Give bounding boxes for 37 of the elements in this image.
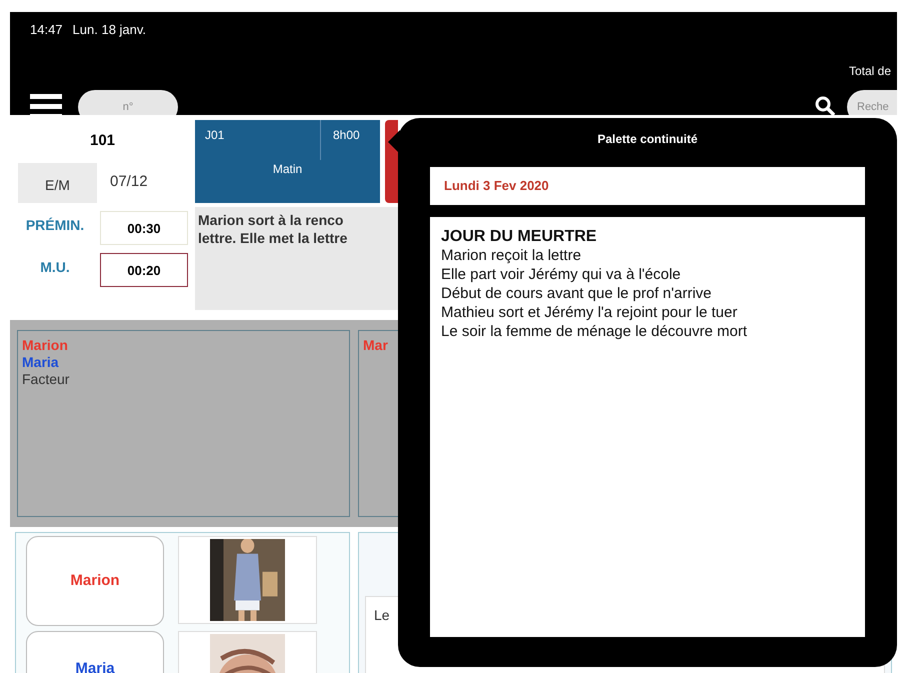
character-label: Maria — [75, 659, 115, 673]
menu-icon[interactable] — [30, 94, 62, 115]
timing-field[interactable]: 00:30 — [100, 210, 188, 244]
notes-line: Elle part voir Jérémy qui va à l'école — [441, 265, 682, 284]
timing-label: M.U. — [39, 258, 71, 276]
character-name: Mar — [363, 337, 389, 354]
notes-line: Le soir la femme de ménage le découvre mort — [441, 322, 748, 341]
status-date: Lun. 18 janv. — [72, 21, 146, 39]
search-icon[interactable] — [815, 96, 835, 115]
scene-date: 07/12 — [110, 172, 148, 192]
total-label: Total de — [849, 62, 892, 80]
notes-heading: JOUR DU MEURTRE — [441, 227, 598, 246]
notes-line: Mathieu sort et Jérémy l'a rejoint pour le tuer — [441, 303, 738, 322]
palette-title: Palette continuité — [597, 131, 698, 148]
summary-text: Marion sort à la renco — [198, 211, 344, 229]
character-label: Marion — [70, 570, 120, 591]
timing-label: PRÉMIN. — [24, 216, 86, 234]
number-field[interactable]: n° — [78, 90, 178, 115]
search-field[interactable]: Reche — [847, 90, 897, 115]
notes-line: Marion reçoit la lettre — [441, 246, 582, 265]
type-button[interactable]: E/M — [18, 162, 97, 202]
card-period: Matin — [272, 161, 304, 178]
card-day: J01 — [195, 120, 320, 160]
scene-card[interactable]: J01 8h00 Matin — [195, 120, 380, 203]
palette-date: Lundi 3 Fev 2020 — [430, 167, 865, 205]
scene-number: 101 — [88, 131, 116, 151]
summary-text: lettre. Elle met la lettre — [198, 229, 348, 247]
character-name: Facteur — [22, 371, 70, 388]
scene-card[interactable] — [385, 120, 398, 203]
status-time: 14:47 — [30, 21, 63, 39]
character-button[interactable]: Marion — [26, 536, 164, 626]
character-name: Marion — [22, 337, 69, 354]
notes-line: Début de cours avant que le prof n'arrive — [441, 284, 713, 303]
timing-field[interactable]: 00:20 — [100, 252, 188, 286]
character-name: Maria — [22, 354, 60, 371]
card-time: 8h00 — [320, 120, 380, 160]
character-button[interactable]: Maria — [26, 631, 164, 673]
